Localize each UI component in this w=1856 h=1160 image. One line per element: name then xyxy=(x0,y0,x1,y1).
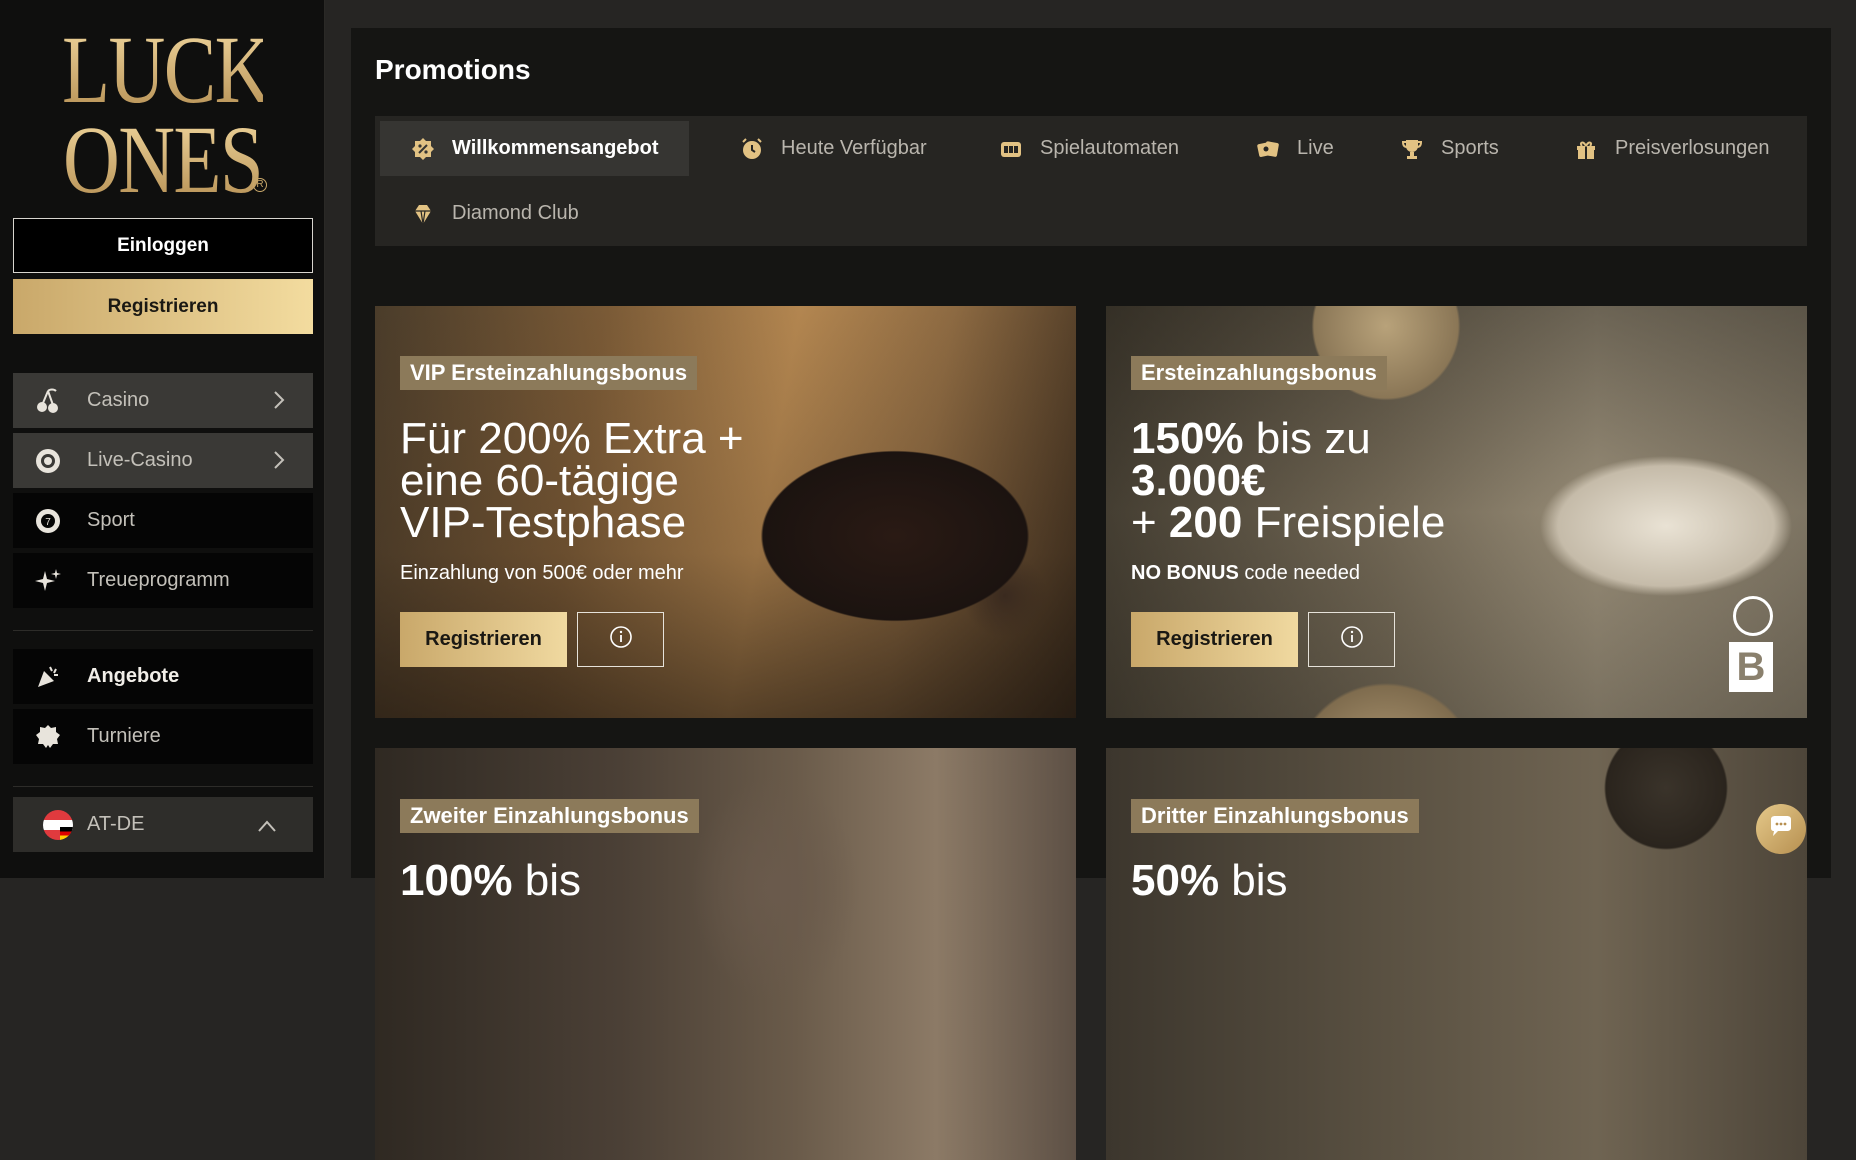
tab-label: Diamond Club xyxy=(452,202,579,224)
headline-line: 100% bis xyxy=(400,859,581,903)
tab-label: Heute Verfügbar xyxy=(781,137,927,159)
headline-bold: 200 xyxy=(1168,498,1243,547)
registered-mark: R xyxy=(253,178,267,192)
info-button[interactable] xyxy=(1308,612,1395,667)
percent-badge-icon xyxy=(410,136,436,162)
chevron-right-icon xyxy=(273,390,285,416)
headline-line: VIP-Testphase xyxy=(400,498,687,547)
headline-line: Für 200% Extra + xyxy=(400,414,744,463)
main-content: Promotions Willkommensangebot Heute Verf… xyxy=(351,28,1831,1160)
tab-label: Live xyxy=(1297,137,1334,159)
headline-line: 150% bis zu xyxy=(1131,417,1445,461)
sidebar-register-button[interactable]: Registrieren xyxy=(13,279,313,334)
sidebar-item-offers[interactable]: Angebote xyxy=(13,649,313,704)
headline-line: + 200 Freispiele xyxy=(1131,501,1445,545)
casino-chip-icon xyxy=(33,446,63,476)
sidebar-item-tournaments[interactable]: Turniere xyxy=(13,709,313,764)
headline-bold: 100% xyxy=(400,856,513,905)
promotion-tabs: Willkommensangebot Heute Verfügbar Spiel… xyxy=(375,116,1807,246)
promo-badge: Dritter Einzahlungsbonus xyxy=(1131,799,1419,833)
sidebar-item-label: Casino xyxy=(87,389,150,411)
promo-subline: NO BONUS code needed xyxy=(1131,562,1360,585)
sidebar: LUCKY ONES R Einloggen Registrieren Casi… xyxy=(0,0,327,878)
promo-card-first-deposit[interactable]: Ersteinzahlungsbonus 150% bis zu 3.000€ … xyxy=(1106,306,1807,718)
gift-icon xyxy=(1573,136,1599,162)
promo-card-third-deposit[interactable]: Dritter Einzahlungsbonus 50% bis xyxy=(1106,748,1807,1160)
sidebar-item-label: Turniere xyxy=(87,725,161,747)
headline-bold: 50% xyxy=(1131,856,1220,905)
tab-label: Willkommensangebot xyxy=(452,137,659,159)
tab-sports[interactable]: Sports xyxy=(1369,121,1529,176)
register-button[interactable]: Registrieren xyxy=(400,612,567,667)
promo-badge: Zweiter Einzahlungsbonus xyxy=(400,799,699,833)
sparkles-icon xyxy=(33,566,63,596)
sidebar-item-label: Live-Casino xyxy=(87,449,193,471)
sidebar-divider xyxy=(13,786,313,787)
headline-line: eine 60-tägige xyxy=(400,456,679,505)
tab-available-today[interactable]: Heute Verfügbar xyxy=(709,121,957,176)
slot-machine-icon xyxy=(998,136,1024,162)
svg-text:7: 7 xyxy=(45,517,51,528)
diamond-icon xyxy=(410,201,436,227)
cherries-icon xyxy=(33,386,63,416)
seven-ball-icon: 7 xyxy=(33,506,63,536)
tab-slots[interactable]: Spielautomaten xyxy=(968,121,1209,176)
chat-bubble-icon xyxy=(1768,815,1794,844)
headline-text: bis xyxy=(512,856,582,905)
promo-card-second-deposit[interactable]: Zweiter Einzahlungsbonus 100% bis xyxy=(375,748,1076,1160)
logo-line-2: ONES xyxy=(62,106,264,213)
sidebar-item-casino[interactable]: Casino xyxy=(13,373,313,428)
language-label: AT-DE xyxy=(87,813,145,835)
info-icon xyxy=(609,625,633,654)
sidebar-item-label: Angebote xyxy=(87,665,180,687)
live-cards-icon xyxy=(1255,136,1281,162)
promo-badge: VIP Ersteinzahlungsbonus xyxy=(400,356,698,390)
info-icon xyxy=(1340,625,1364,654)
promo-headline: 150% bis zu 3.000€ + 200 Freispiele xyxy=(1131,417,1445,545)
tab-label: Spielautomaten xyxy=(1040,137,1179,159)
language-selector[interactable]: AT-DE xyxy=(13,797,313,852)
sidebar-item-loyalty[interactable]: Treueprogramm xyxy=(13,553,313,608)
headline-text: Freispiele xyxy=(1242,498,1446,547)
trophy-icon xyxy=(1399,136,1425,162)
page-title: Promotions xyxy=(375,54,531,85)
bomb-icon xyxy=(1733,596,1773,636)
party-popper-icon xyxy=(33,662,63,692)
rosette-icon xyxy=(33,722,63,752)
sidebar-item-label: Treueprogramm xyxy=(87,569,230,591)
alarm-clock-icon xyxy=(739,136,765,162)
austria-flag-icon xyxy=(43,809,73,840)
promo-badge: Ersteinzahlungsbonus xyxy=(1131,356,1387,390)
subline-text: code needed xyxy=(1238,562,1361,584)
tab-giveaways[interactable]: Preisverlosungen xyxy=(1543,121,1800,176)
headline-line: 50% bis xyxy=(1131,859,1288,903)
tab-live[interactable]: Live xyxy=(1225,121,1364,176)
logo-line-1: LUCKY xyxy=(62,16,327,123)
sidebar-divider xyxy=(13,630,313,631)
promo-headline: Für 200% Extra + eine 60-tägige VIP-Test… xyxy=(400,414,744,547)
corner-b-badge: B xyxy=(1729,642,1773,692)
promo-headline: 50% bis xyxy=(1131,859,1288,903)
register-button[interactable]: Registrieren xyxy=(1131,612,1298,667)
headline-line: 3.000€ xyxy=(1131,459,1445,503)
tab-label: Preisverlosungen xyxy=(1615,137,1770,159)
promo-card-vip-first-deposit[interactable]: VIP Ersteinzahlungsbonus Für 200% Extra … xyxy=(375,306,1076,718)
login-button[interactable]: Einloggen xyxy=(13,218,313,273)
chat-button[interactable] xyxy=(1756,804,1806,854)
sidebar-item-live-casino[interactable]: Live-Casino xyxy=(13,433,313,488)
info-button[interactable] xyxy=(577,612,664,667)
tab-diamond-club[interactable]: Diamond Club xyxy=(380,186,609,241)
headline-text: + xyxy=(1131,498,1169,547)
tab-label: Sports xyxy=(1441,137,1499,159)
subline-bold: NO BONUS xyxy=(1131,562,1239,584)
headline-text: bis xyxy=(1219,856,1288,905)
promo-subline: Einzahlung von 500€ oder mehr xyxy=(400,562,684,584)
tab-welcome-offer[interactable]: Willkommensangebot xyxy=(380,121,689,176)
sidebar-item-label: Sport xyxy=(87,509,135,531)
promo-headline: 100% bis xyxy=(400,859,581,903)
lucky-ones-logo[interactable]: LUCKY ONES R xyxy=(40,16,327,208)
chevron-up-icon xyxy=(257,816,277,839)
sidebar-item-sport[interactable]: 7 Sport xyxy=(13,493,313,548)
chevron-right-icon xyxy=(273,450,285,476)
